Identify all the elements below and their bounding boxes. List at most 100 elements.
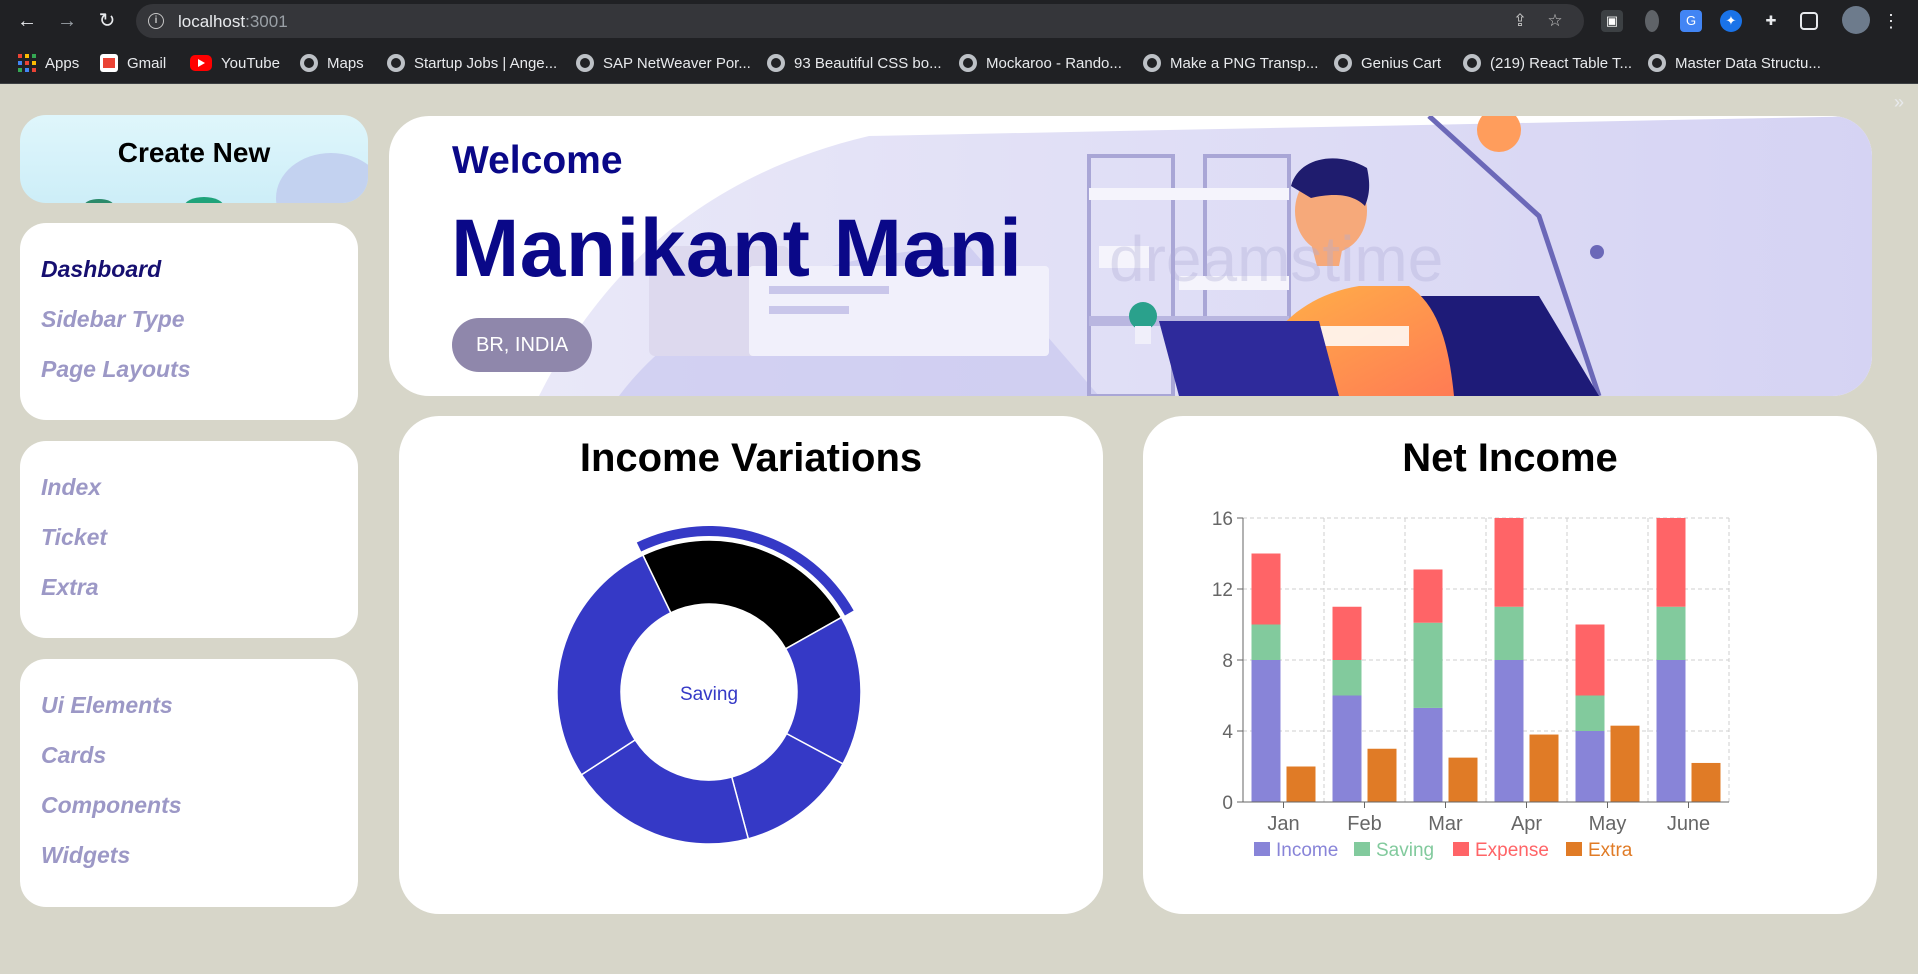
legend-swatch (1566, 842, 1582, 856)
x-tick-label: May (1589, 813, 1627, 835)
globe-icon (767, 54, 785, 72)
side-panel-icon[interactable] (1800, 12, 1818, 30)
legend-label[interactable]: Saving (1376, 840, 1434, 861)
welcome-banner: dreamstime Welcome Manikant Mani BR, IND… (389, 116, 1872, 396)
bar-segment-income[interactable] (1413, 707, 1443, 802)
sidebar-item-ticket[interactable]: Ticket (41, 524, 107, 551)
url-text[interactable]: localhost:3001 (178, 12, 288, 32)
globe-icon (387, 54, 405, 72)
bookmark-startup-jobs[interactable]: Startup Jobs | Ange... (387, 52, 557, 74)
sidebar-item-extra[interactable]: Extra (41, 574, 99, 601)
bar-segment-saving[interactable] (1575, 695, 1605, 732)
bar-segment-expense[interactable] (1494, 518, 1524, 607)
back-icon[interactable]: ← (14, 8, 40, 34)
address-bar[interactable]: i localhost:3001 ⇪ ☆ (136, 4, 1584, 38)
bar-segment-income[interactable] (1251, 660, 1281, 802)
bar-segment-income[interactable] (1656, 660, 1686, 802)
sidebar-item-dashboard[interactable]: Dashboard (41, 256, 161, 283)
translate-icon[interactable]: G (1680, 10, 1702, 32)
sidebar-item-components[interactable]: Components (41, 792, 182, 819)
legend-label[interactable]: Expense (1475, 840, 1549, 861)
globe-icon (576, 54, 594, 72)
bookmark-apps[interactable]: Apps (18, 52, 79, 74)
donut-slice[interactable] (556, 554, 672, 776)
share-icon[interactable]: ⇪ (1509, 10, 1531, 32)
bookmark-star-icon[interactable]: ☆ (1544, 10, 1566, 32)
bookmark-label: Make a PNG Transp... (1170, 54, 1319, 72)
sidebar-item-index[interactable]: Index (41, 474, 101, 501)
sidebar-item-widgets[interactable]: Widgets (41, 842, 130, 869)
extension-icon[interactable] (1645, 10, 1659, 32)
bar-segment-expense[interactable] (1575, 624, 1605, 696)
y-tick-label: 4 (1222, 722, 1233, 743)
extensions-puzzle-icon[interactable]: ✚ (1760, 10, 1782, 32)
more-bookmarks-icon[interactable]: » (1894, 92, 1904, 113)
svg-text:dreamstime: dreamstime (1109, 223, 1443, 295)
menu-icon[interactable]: ⋮ (1880, 10, 1902, 32)
create-new-button[interactable]: Create New (20, 115, 368, 203)
reload-icon[interactable]: ↻ (94, 8, 120, 34)
y-tick-label: 16 (1212, 509, 1233, 530)
extension-icon[interactable]: ▣ (1601, 10, 1623, 32)
bookmark-label: Maps (327, 54, 364, 72)
bookmark-label: 93 Beautiful CSS bo... (794, 54, 942, 72)
bookmark-maps[interactable]: Maps (300, 52, 364, 74)
net-income-bar-chart: 0 4 8 12 16 Jan Feb Mar Apr May June Income Saving E… (1212, 509, 1730, 861)
bar-segment-saving[interactable] (1251, 624, 1281, 661)
bar-segment-expense[interactable] (1251, 553, 1281, 625)
bar-extra[interactable] (1529, 734, 1559, 802)
forward-icon[interactable]: → (54, 8, 80, 34)
bar-segment-saving[interactable] (1494, 606, 1524, 660)
donut-slice[interactable] (641, 539, 843, 650)
bookmark-genius-cart[interactable]: Genius Cart (1334, 52, 1441, 74)
bookmark-sap[interactable]: SAP NetWeaver Por... (576, 52, 751, 74)
bar-segment-saving[interactable] (1413, 622, 1443, 708)
bookmark-png[interactable]: Make a PNG Transp... (1143, 52, 1318, 74)
bar-segment-income[interactable] (1575, 731, 1605, 802)
bar-extra[interactable] (1610, 725, 1640, 802)
profile-avatar[interactable] (1842, 6, 1870, 34)
sidebar-item-sidebar-type[interactable]: Sidebar Type (41, 306, 185, 333)
bookmark-react-table[interactable]: (219) React Table T... (1463, 52, 1632, 74)
bookmark-label: Genius Cart (1361, 54, 1442, 72)
x-tick-label: Mar (1428, 813, 1463, 835)
bar-segment-saving[interactable] (1332, 660, 1362, 696)
bookmark-label: Mockaroo - Rando... (986, 54, 1122, 72)
bookmark-mockaroo[interactable]: Mockaroo - Rando... (959, 52, 1122, 74)
bookmark-label: Apps (45, 54, 80, 72)
bookmark-dsa[interactable]: Master Data Structu... (1648, 52, 1821, 74)
gmail-icon (100, 54, 118, 72)
bar-segment-expense[interactable] (1413, 569, 1443, 623)
bookmark-label: Startup Jobs | Ange... (414, 54, 558, 72)
bar-extra[interactable] (1448, 757, 1478, 802)
site-info-icon[interactable]: i (148, 13, 164, 29)
bookmark-youtube[interactable]: YouTube (190, 52, 280, 74)
bookmark-gmail[interactable]: Gmail (100, 52, 166, 74)
legend-label[interactable]: Extra (1588, 840, 1633, 861)
bar-segment-expense[interactable] (1332, 606, 1362, 660)
bookmark-label: SAP NetWeaver Por... (603, 54, 751, 72)
legend-swatch (1254, 842, 1270, 856)
income-variations-card: Income Variations Saving (399, 416, 1103, 914)
sidebar-item-page-layouts[interactable]: Page Layouts (41, 356, 191, 383)
url-port: :3001 (245, 12, 288, 31)
legend-swatch (1354, 842, 1370, 856)
bar-extra[interactable] (1691, 762, 1721, 802)
bar-segment-saving[interactable] (1656, 606, 1686, 660)
bar-segment-income[interactable] (1332, 695, 1362, 803)
bar-segment-income[interactable] (1494, 660, 1524, 802)
welcome-heading: Welcome (452, 139, 623, 182)
legend-label[interactable]: Income (1276, 840, 1338, 861)
sidebar-item-ui-elements[interactable]: Ui Elements (41, 692, 173, 719)
sidebar-item-cards[interactable]: Cards (41, 742, 106, 769)
bookmark-css[interactable]: 93 Beautiful CSS bo... (767, 52, 942, 74)
donut-center-label: Saving (680, 684, 738, 705)
sidebar-group-pages: Index Ticket Extra (20, 441, 358, 638)
bookmark-label: Gmail (127, 54, 167, 72)
bar-extra[interactable] (1367, 748, 1397, 802)
bar-segment-expense[interactable] (1656, 518, 1686, 607)
bar-extra[interactable] (1286, 766, 1316, 803)
bookmark-label: YouTube (221, 54, 280, 72)
globe-icon (1334, 54, 1352, 72)
extension-icon[interactable]: ✦ (1720, 10, 1742, 32)
